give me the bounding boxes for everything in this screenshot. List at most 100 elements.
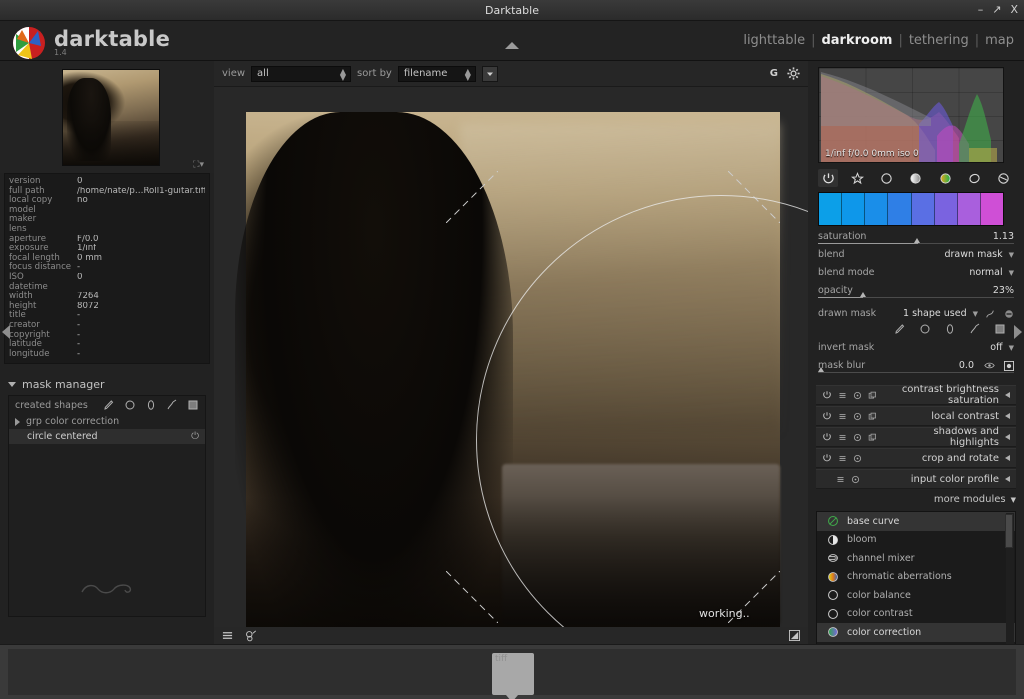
view-darkroom[interactable]: darkroom <box>821 33 892 48</box>
histogram-module[interactable]: 1/inf f/0.0 0mm iso 0 <box>818 67 1004 163</box>
presets-icon[interactable] <box>838 454 847 463</box>
power-icon[interactable] <box>822 411 832 421</box>
available-module-color-correction[interactable]: color correction <box>817 623 1015 642</box>
power-icon[interactable] <box>822 453 832 463</box>
mask-blur-slider[interactable]: mask blur 0.0 <box>818 358 1014 373</box>
reset-icon[interactable] <box>851 475 860 484</box>
view-lighttable[interactable]: lighttable <box>743 33 805 48</box>
chevron-left-icon[interactable] <box>1005 455 1010 461</box>
available-modules-list[interactable]: base curve bloom channel mixer chromatic… <box>816 511 1016 663</box>
chevron-right-icon[interactable] <box>15 418 20 426</box>
chevron-left-icon[interactable] <box>1005 476 1010 482</box>
path-icon[interactable] <box>166 399 178 411</box>
hamburger-icon[interactable] <box>222 630 233 641</box>
chevron-left-icon[interactable] <box>1005 392 1010 398</box>
slider-knob[interactable] <box>860 292 866 297</box>
chevron-left-icon[interactable] <box>1005 434 1010 440</box>
reset-icon[interactable] <box>853 433 862 442</box>
more-modules-header[interactable]: more modules ▼ <box>808 490 1024 505</box>
effect-group-icon[interactable] <box>994 169 1014 187</box>
close-icon[interactable]: X <box>1010 4 1018 15</box>
sort-by-select[interactable]: filename ▲▼ <box>398 66 476 82</box>
mask-group-row[interactable]: grp color correction <box>9 414 205 429</box>
available-modules-scrollbar[interactable] <box>1006 513 1014 663</box>
power-icon[interactable]: ⏻ <box>191 431 199 442</box>
mask-display-icon[interactable] <box>1004 361 1014 371</box>
expand-icon[interactable] <box>789 630 800 641</box>
presets-icon[interactable] <box>838 391 847 400</box>
maximize-icon[interactable]: ↗ <box>992 4 1001 15</box>
header-collapse-arrow-icon[interactable] <box>505 42 519 49</box>
available-module-color-balance[interactable]: color balance <box>817 586 1015 605</box>
drawn-mask-select[interactable]: drawn mask 1 shape used ▼ <box>818 306 1014 321</box>
saturation-slider[interactable]: saturation 1.13 <box>818 229 1014 244</box>
color-correction-gradient[interactable] <box>818 192 1004 226</box>
power-icon[interactable] <box>822 390 832 400</box>
view-tethering[interactable]: tethering <box>909 33 969 48</box>
tone-group-icon[interactable] <box>906 169 926 187</box>
invert-mask-select[interactable]: invert mask off ▼ <box>818 340 1014 355</box>
available-module-base-curve[interactable]: base curve <box>817 512 1015 531</box>
scrollbar-thumb[interactable] <box>1005 514 1013 548</box>
brush-icon[interactable] <box>894 323 906 335</box>
reset-icon[interactable] <box>853 391 862 400</box>
gradient-icon[interactable] <box>187 399 199 411</box>
filmstrip-thumbnail[interactable]: tiff <box>492 653 534 695</box>
right-panel-collapse-arrow-icon[interactable] <box>1014 325 1022 339</box>
eye-icon[interactable] <box>984 361 995 370</box>
available-module-bloom[interactable]: bloom <box>817 531 1015 550</box>
circle-icon[interactable] <box>124 399 136 411</box>
ellipse-icon[interactable] <box>944 323 956 335</box>
left-panel-collapse-arrow-icon[interactable] <box>2 325 10 339</box>
multi-instance-icon[interactable] <box>868 433 877 442</box>
edited-image[interactable] <box>246 112 780 627</box>
presets-icon[interactable] <box>838 433 847 442</box>
mask-disable-icon[interactable] <box>1004 309 1014 319</box>
navigation-thumbnail[interactable] <box>62 69 160 166</box>
module-row-shadows-and-highlights[interactable]: shadows and highlights <box>816 427 1016 447</box>
correct-group-icon[interactable] <box>965 169 985 187</box>
circle-icon[interactable] <box>919 323 931 335</box>
mask-manager-header[interactable]: mask manager <box>0 374 214 395</box>
available-module-channel-mixer[interactable]: channel mixer <box>817 549 1015 568</box>
power-icon[interactable] <box>822 432 832 442</box>
multi-instance-icon[interactable] <box>868 412 877 421</box>
ellipse-icon[interactable] <box>145 399 157 411</box>
blend-select[interactable]: blend drawn mask ▼ <box>818 247 1014 262</box>
presets-icon[interactable] <box>838 412 847 421</box>
gear-icon[interactable] <box>787 67 800 80</box>
module-row-local-contrast[interactable]: local contrast <box>816 406 1016 426</box>
brush-icon[interactable] <box>103 399 115 411</box>
mask-indicator-icon[interactable] <box>245 630 257 642</box>
available-module-color-contrast[interactable]: color contrast <box>817 605 1015 624</box>
sort-direction-button[interactable] <box>482 66 498 82</box>
gradient-icon[interactable] <box>994 323 1006 335</box>
basic-group-icon[interactable] <box>877 169 897 187</box>
view-map[interactable]: map <box>985 33 1014 48</box>
view-filter-select[interactable]: all ▲▼ <box>251 66 351 82</box>
opacity-slider[interactable]: opacity 23% <box>818 283 1014 298</box>
filmstrip[interactable]: tiff <box>0 644 1024 699</box>
mask-polarity-icon[interactable] <box>985 309 995 319</box>
available-module-chromatic-aberrations[interactable]: chromatic aberrations <box>817 568 1015 587</box>
slider-knob[interactable] <box>914 238 920 243</box>
navigation-zoom-selector[interactable]: ⛶▾ <box>193 160 204 170</box>
multi-instance-icon[interactable] <box>868 391 877 400</box>
module-row-crop-and-rotate[interactable]: crop and rotate <box>816 448 1016 468</box>
blend-mode-select[interactable]: blend mode normal ▼ <box>818 265 1014 280</box>
reset-icon[interactable] <box>853 454 862 463</box>
grouping-button[interactable]: G <box>770 68 778 79</box>
module-row-input-color-profile[interactable]: input color profile <box>816 469 1016 489</box>
chevron-left-icon[interactable] <box>1005 413 1010 419</box>
minimize-icon[interactable]: – <box>978 4 984 15</box>
slider-knob[interactable] <box>818 367 824 372</box>
favorites-icon[interactable] <box>847 169 867 187</box>
presets-icon[interactable] <box>836 475 845 484</box>
module-row-contrast-brightness-saturation[interactable]: contrast brightness saturation <box>816 385 1016 405</box>
active-modules-icon[interactable] <box>818 169 838 187</box>
reset-icon[interactable] <box>853 412 862 421</box>
image-canvas[interactable]: working.. <box>214 87 808 627</box>
color-group-icon[interactable] <box>935 169 955 187</box>
mask-shape-row[interactable]: circle centered ⏻ <box>9 429 205 444</box>
path-icon[interactable] <box>969 323 981 335</box>
